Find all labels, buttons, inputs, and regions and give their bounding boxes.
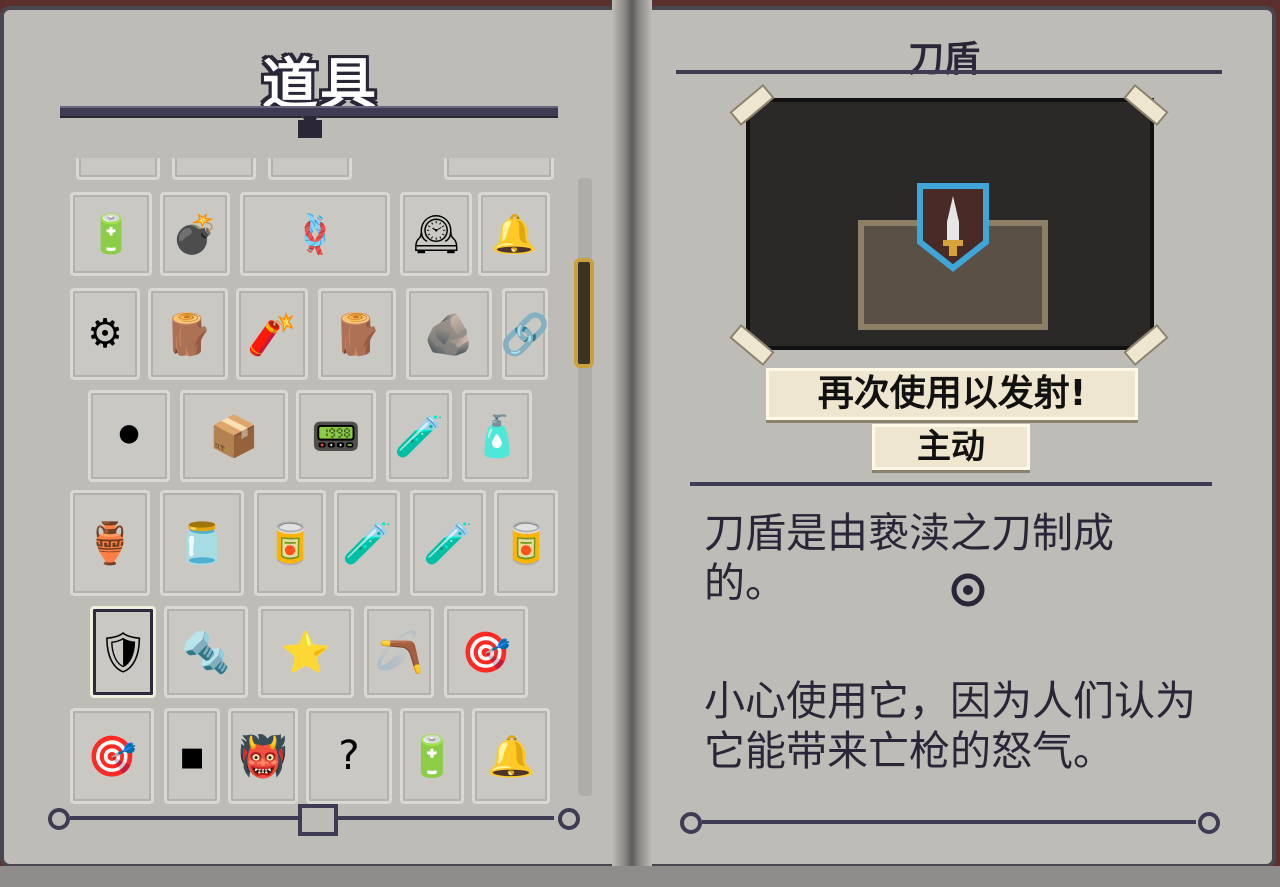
item-title-divider <box>676 70 1222 74</box>
item-slot[interactable]: 🥫 <box>494 490 558 596</box>
item-canister-icon: 🥫 <box>265 520 315 567</box>
item-slot[interactable] <box>444 158 554 180</box>
item-slot[interactable] <box>268 158 352 180</box>
book-spine <box>612 0 652 887</box>
item-slot[interactable]: 🔋 <box>70 192 152 276</box>
item-slot[interactable]: ⚙ <box>70 288 140 380</box>
item-drill-icon: 🔩 <box>181 629 231 676</box>
item-title: 刀盾 <box>908 39 981 80</box>
item-slot[interactable] <box>172 158 256 180</box>
item-daruma-icon: 👹 <box>238 733 288 780</box>
item-slot[interactable]: ⚫ <box>88 390 170 482</box>
category-emblem-icon <box>280 108 340 142</box>
page-right-knob <box>558 808 580 830</box>
right-bottom-divider <box>702 820 1196 824</box>
item-type-tag: 主动 <box>872 424 1030 470</box>
item-crate-icon: 📦 <box>209 413 259 460</box>
item-slot[interactable]: 🧴 <box>462 390 532 482</box>
item-slot[interactable]: 🪃 <box>364 606 434 698</box>
item-description-1: 刀盾是由亵渎之刀制成的。 <box>704 509 1114 607</box>
item-slot[interactable]: 🏺 <box>70 490 150 596</box>
item-bottle-blue-icon: 🧪 <box>394 413 444 460</box>
item-shield-round-icon: 🎯 <box>461 629 511 676</box>
page-left-knob <box>48 808 70 830</box>
item-slot[interactable]: 🔋 <box>400 708 464 804</box>
item-log-icon: 🪵 <box>163 311 213 358</box>
item-clock-icon: 🕰 <box>412 211 460 256</box>
item-boomerang-icon: 🪃 <box>374 629 424 676</box>
item-slot[interactable]: 🪵 <box>148 288 228 380</box>
item-slot[interactable]: 🧪 <box>334 490 400 596</box>
item-potion-green-icon: 🧪 <box>342 520 392 567</box>
item-slot[interactable]: 🧨 <box>236 288 308 380</box>
item-alarm-bell-icon: 🔔 <box>486 733 536 780</box>
item-blade-shield-icon: 🛡 <box>97 629 149 676</box>
item-slot[interactable]: 🕰 <box>400 192 472 276</box>
right-bottom-knob-left <box>680 812 702 834</box>
item-star-creature-icon: ⭐ <box>281 629 331 676</box>
item-chain-icon: 🔗 <box>500 311 550 358</box>
description-divider <box>690 482 1212 486</box>
cursor-icon <box>950 572 986 608</box>
item-slot[interactable]: 📦 <box>180 390 288 482</box>
item-potion-red-icon: 🧪 <box>423 520 473 567</box>
usage-banner: 再次使用以发射! <box>766 368 1138 420</box>
item-gear-orb-icon: ⚙ <box>87 311 123 357</box>
item-device-icon: 📟 <box>311 413 361 460</box>
right-bottom-knob-right <box>1198 812 1220 834</box>
item-slot[interactable]: 🪵 <box>318 288 396 380</box>
item-slot[interactable]: 🥫 <box>254 490 326 596</box>
item-slot[interactable]: 🛡 <box>90 606 156 698</box>
item-dynamite-icon: 🧨 <box>247 311 297 358</box>
page-bookmark-icon <box>298 804 338 836</box>
item-slot[interactable]: 🪢 <box>240 192 390 276</box>
item-slot[interactable]: 🧪 <box>410 490 486 596</box>
item-chip-icon: ▪ <box>178 733 206 779</box>
item-slot[interactable]: 🫙 <box>160 490 244 596</box>
item-slot[interactable]: 🎯 <box>70 708 154 804</box>
item-slot[interactable]: 💣 <box>160 192 230 276</box>
scrollbar-thumb[interactable] <box>574 258 594 368</box>
item-slot[interactable]: 🔗 <box>500 288 550 380</box>
item-bomb-icon: 💣 <box>171 211 219 256</box>
item-slot[interactable] <box>76 158 160 180</box>
item-battery-icon: 🔋 <box>87 211 135 256</box>
item-slot[interactable]: ? <box>306 708 392 804</box>
item-slot[interactable]: 🔔 <box>478 192 550 276</box>
ammonomicon-book: 道具 🔋 💣 🪢 🕰 🔔 ⚙ 🪵 🧨 🪵 🪨 🔗 ⚫ 📦 📟 🧪 🧴 🏺 🫙 🥫 🧪 🧪 🥫 🛡 🔩 ⭐ 🪃 🎯 🎯 ▪ 👹? 🔋 🔔 刀盾 <box>0 0 1280 887</box>
item-slot[interactable]: 🔔 <box>472 708 550 804</box>
item-plus-one-battery-icon: 🔋 <box>407 733 457 780</box>
item-jug-icon: 🏺 <box>85 520 135 567</box>
item-crosshair-orb-icon: 🎯 <box>87 733 137 780</box>
item-slot[interactable]: ⭐ <box>258 606 354 698</box>
item-unknown-icon: ? <box>338 733 360 779</box>
item-can-icon: 🥫 <box>501 520 551 567</box>
book-bottom-edge <box>0 866 1280 887</box>
item-slot[interactable]: ▪ <box>164 708 220 804</box>
item-slot[interactable]: 🎯 <box>444 606 528 698</box>
item-stump-icon: 🪵 <box>332 311 382 358</box>
item-slot[interactable]: 👹 <box>228 708 298 804</box>
item-grid: 🔋 💣 🪢 🕰 🔔 ⚙ 🪵 🧨 🪵 🪨 🔗 ⚫ 📦 📟 🧪 🧴 🏺 🫙 🥫 🧪 🧪 🥫 🛡 🔩 ⭐ 🪃 🎯 🎯 ▪ 👹? 🔋 🔔 <box>64 158 564 804</box>
blade-shield-preview-icon <box>916 182 990 272</box>
item-slot[interactable]: 🪨 <box>406 288 492 380</box>
item-slot[interactable]: 📟 <box>296 390 376 482</box>
item-slot[interactable]: 🧪 <box>386 390 452 482</box>
item-ammo-belt-icon: 🪢 <box>291 211 339 256</box>
item-cannonballs-icon: ⚫ <box>112 413 146 459</box>
item-boulder-icon: 🪨 <box>424 311 474 358</box>
item-preview-frame <box>746 98 1154 350</box>
item-bottle-dark-icon: 🧴 <box>472 413 522 460</box>
item-bell-jar-icon: 🔔 <box>490 211 538 256</box>
item-jar-icon: 🫙 <box>177 520 227 567</box>
item-slot[interactable]: 🔩 <box>164 606 248 698</box>
item-description-2: 小心使用它，因为人们认为它能带来亡枪的怒气。 <box>704 677 1196 775</box>
